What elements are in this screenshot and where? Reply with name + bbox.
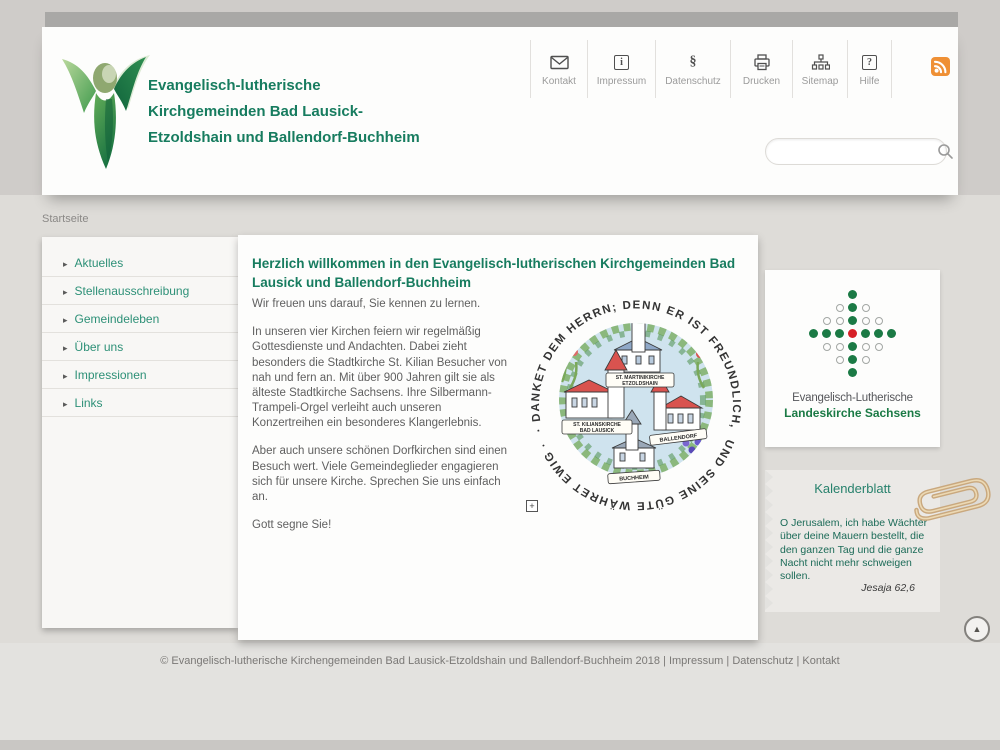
scroll-to-top-button[interactable]: ▲ bbox=[964, 616, 990, 642]
chevron-right-icon: ▸ bbox=[63, 371, 68, 381]
nav-drucken[interactable]: Drucken bbox=[730, 40, 792, 98]
nav-impressum[interactable]: i Impressum bbox=[587, 40, 655, 98]
chevron-right-icon: ▸ bbox=[63, 315, 68, 325]
welcome-text: Wir freuen uns darauf, Sie kennen zu ler… bbox=[252, 297, 510, 546]
sidebar-item-links[interactable]: ▸Links bbox=[42, 389, 238, 417]
help-icon: ? bbox=[862, 52, 877, 72]
chevron-right-icon: ▸ bbox=[63, 399, 68, 409]
site-header: Evangelisch-lutherische Kirchgemeinden B… bbox=[42, 27, 958, 195]
nav-label: Hilfe bbox=[859, 76, 879, 87]
rss-icon[interactable] bbox=[931, 57, 950, 76]
kalenderblatt-verse: O Jerusalem, ich habe Wächter über deine… bbox=[780, 517, 932, 584]
paragraph: Aber auch unsere schönen Dorfkirchen sin… bbox=[252, 444, 510, 505]
nav-kontakt[interactable]: Kontakt bbox=[530, 40, 587, 98]
sidebar: ▸Aktuelles ▸Stellenausschreibung ▸Gemein… bbox=[42, 237, 238, 628]
utility-nav: Kontakt i Impressum § Datenschutz Drucke… bbox=[530, 40, 892, 98]
chevron-right-icon: ▸ bbox=[63, 287, 68, 297]
landeskirche-banner[interactable]: Evangelisch-Lutherische Landeskirche Sac… bbox=[765, 270, 940, 447]
search-box bbox=[765, 138, 947, 165]
sidebar-item-stellenausschreibung[interactable]: ▸Stellenausschreibung bbox=[42, 277, 238, 305]
enlarge-image-button[interactable]: + bbox=[526, 500, 538, 512]
sidebar-item-aktuelles[interactable]: ▸Aktuelles bbox=[42, 249, 238, 277]
paragraph-icon: § bbox=[690, 52, 697, 72]
nav-sitemap[interactable]: Sitemap bbox=[792, 40, 847, 98]
site-title-line2: Kirchgemeinden Bad Lausick- bbox=[148, 99, 478, 125]
search-icon[interactable] bbox=[937, 143, 954, 160]
main-content-panel: Herzlich willkommen in den Evangelisch-l… bbox=[238, 235, 758, 640]
landeskirche-cross-logo bbox=[807, 288, 898, 379]
church-seal-image[interactable]: ST. MARTINIKIRCHE ETZOLDSHAIN ST. KILIAN… bbox=[522, 292, 750, 514]
page-title: Herzlich willkommen in den Evangelisch-l… bbox=[252, 255, 750, 293]
arrow-up-icon: ▲ bbox=[973, 625, 982, 634]
sidebar-menu: ▸Aktuelles ▸Stellenausschreibung ▸Gemein… bbox=[42, 237, 238, 417]
breadcrumb[interactable]: Startseite bbox=[42, 213, 88, 225]
kalenderblatt-title: Kalenderblatt bbox=[765, 481, 940, 496]
banner-kilianskirche-line2: BAD LAUSICK bbox=[580, 428, 615, 434]
site-title[interactable]: Evangelisch-lutherische Kirchgemeinden B… bbox=[148, 73, 478, 151]
nav-hilfe[interactable]: ? Hilfe bbox=[847, 40, 892, 98]
banner-martinikirche-line2: ETZOLDSHAIN bbox=[622, 381, 658, 387]
church-figure-logo[interactable] bbox=[58, 47, 158, 173]
site-title-line1: Evangelisch-lutherische bbox=[148, 73, 478, 99]
chevron-right-icon: ▸ bbox=[63, 343, 68, 353]
mail-icon bbox=[550, 52, 569, 72]
nav-label: Impressum bbox=[597, 76, 646, 87]
paragraph: Wir freuen uns darauf, Sie kennen zu ler… bbox=[252, 297, 510, 312]
site-title-line3: Etzoldshain und Ballendorf-Buchheim bbox=[148, 125, 478, 151]
nav-label: Datenschutz bbox=[665, 76, 721, 87]
landeskirche-text-line2: Landeskirche Sachsens bbox=[765, 406, 940, 420]
sidebar-item-impressionen[interactable]: ▸Impressionen bbox=[42, 361, 238, 389]
top-gray-bar bbox=[45, 12, 958, 27]
footer-copyright: © Evangelisch-lutherische Kirchengemeind… bbox=[0, 655, 1000, 667]
paragraph: Gott segne Sie! bbox=[252, 518, 510, 533]
paragraph: In unseren vier Kirchen feiern wir regel… bbox=[252, 325, 510, 431]
kalenderblatt-card: Kalenderblatt O Jerusalem, ich habe Wäch… bbox=[765, 470, 940, 612]
nav-datenschutz[interactable]: § Datenschutz bbox=[655, 40, 730, 98]
info-icon: i bbox=[614, 52, 629, 72]
nav-label: Kontakt bbox=[542, 76, 576, 87]
nav-label: Drucken bbox=[743, 76, 780, 87]
printer-icon bbox=[753, 52, 771, 72]
sidebar-item-ueber-uns[interactable]: ▸Über uns bbox=[42, 333, 238, 361]
search-input[interactable] bbox=[766, 145, 937, 159]
sidebar-item-gemeindeleben[interactable]: ▸Gemeindeleben bbox=[42, 305, 238, 333]
kalenderblatt-source: Jesaja 62,6 bbox=[861, 582, 915, 594]
bottom-strip bbox=[0, 740, 1000, 750]
nav-label: Sitemap bbox=[802, 76, 839, 87]
sitemap-icon bbox=[811, 52, 830, 72]
chevron-right-icon: ▸ bbox=[63, 259, 68, 269]
landeskirche-text-line1: Evangelisch-Lutherische bbox=[765, 392, 940, 404]
